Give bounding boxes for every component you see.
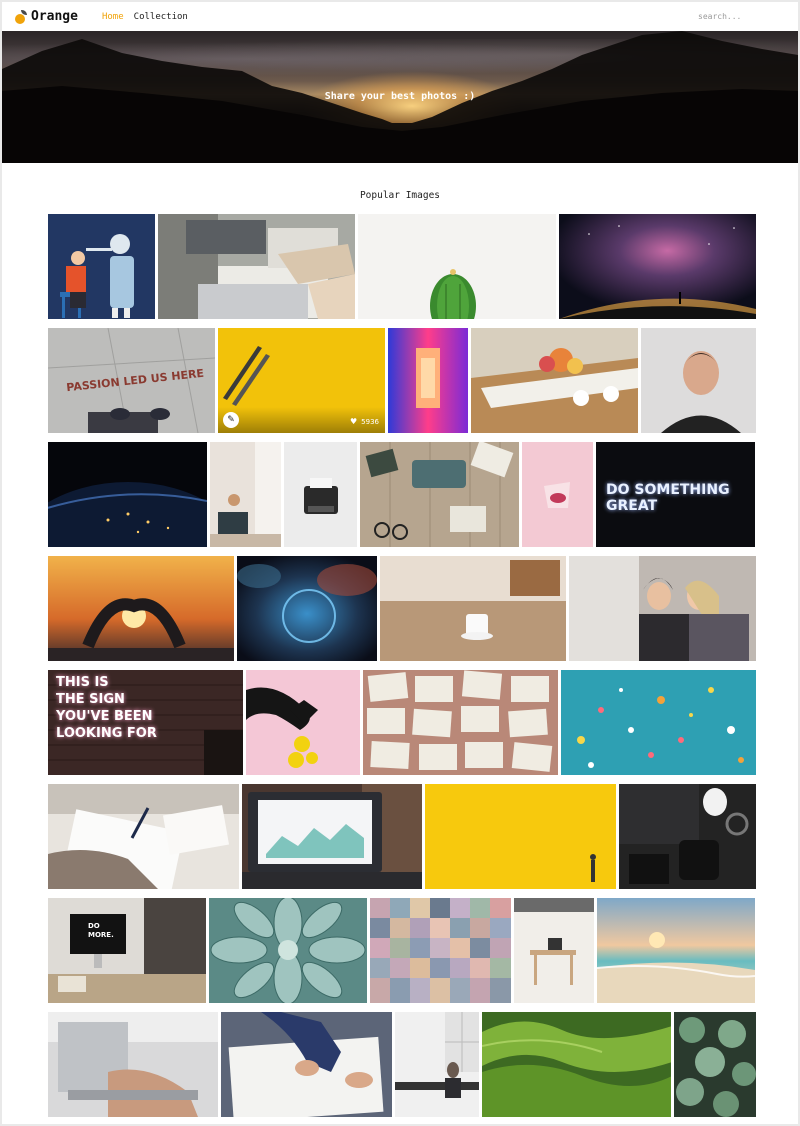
hero-banner: Share your best photos :) [2,31,798,163]
author-avatar-icon[interactable]: ✎ [223,412,239,428]
gallery-row: DO SOMETHING GREAT [48,442,756,547]
photo-card[interactable] [560,670,756,775]
photo-card[interactable] [362,670,558,775]
hero-title: Share your best photos :) [324,91,476,102]
top-navbar: Orange Home Collection [2,2,798,31]
orange-logo-icon [14,9,28,24]
monitor-text: DO MORE. [88,922,114,939]
photo-card[interactable] [242,784,422,889]
photo-card[interactable] [559,214,756,319]
brand-logo[interactable]: Orange [14,9,78,24]
photo-card[interactable] [569,556,756,661]
photo-card[interactable] [284,442,357,547]
photo-card[interactable] [641,328,756,433]
photo-card[interactable]: THIS IS THE SIGN YOU'VE BEEN LOOKING FOR [48,670,244,775]
search-input[interactable] [698,8,788,24]
gallery-row [48,556,756,661]
photo-card[interactable] [619,784,756,889]
featured-photo-card[interactable]: ✎ ♥ 5936 [218,328,385,433]
photo-card[interactable] [358,214,556,319]
gallery-row: DO MORE. [48,898,756,1003]
photo-card[interactable] [209,898,367,1003]
photo-gallery: PASSION LED US HERE ✎ ♥ 5936 DO SOMETHIN… [48,214,756,1124]
neon-sign-text: DO SOMETHING GREAT [606,482,730,514]
photo-card[interactable] [48,784,239,889]
gallery-row [48,214,756,319]
gallery-row: PASSION LED US HERE ✎ ♥ 5936 [48,328,756,433]
photo-card[interactable] [514,898,594,1003]
photo-card[interactable] [674,1012,756,1117]
photo-card[interactable] [158,214,355,319]
nav-home-link[interactable]: Home [102,12,124,22]
gallery-row [48,1012,756,1117]
photo-card[interactable] [221,1012,392,1117]
photo-card[interactable]: DO MORE. [48,898,206,1003]
brand-name: Orange [31,9,78,24]
photo-card[interactable] [246,670,360,775]
page: Orange Home Collection Share your best p… [2,2,798,1124]
gallery-row: THIS IS THE SIGN YOU'VE BEEN LOOKING FOR [48,670,756,775]
photo-card[interactable]: DO SOMETHING GREAT [596,442,755,547]
photo-card[interactable] [48,1012,219,1117]
likes-counter[interactable]: ♥ 5936 [350,417,379,426]
main-nav: Home Collection [102,12,188,22]
photo-card[interactable] [237,556,377,661]
likes-count: 5936 [361,417,379,426]
photo-card[interactable] [597,898,755,1003]
photo-card[interactable] [48,556,234,661]
neon-sign-lines: THIS IS THE SIGN YOU'VE BEEN LOOKING FOR [56,675,157,741]
photo-card[interactable] [48,214,155,319]
photo-card[interactable] [360,442,519,547]
photo-card[interactable] [370,898,511,1003]
photo-card[interactable] [380,556,566,661]
nav-collection-link[interactable]: Collection [134,12,188,22]
photo-card[interactable] [210,442,281,547]
gallery-row [48,784,756,889]
photo-card[interactable] [482,1012,672,1117]
photo-card[interactable]: PASSION LED US HERE [48,328,215,433]
heart-icon: ♥ [350,417,358,426]
photo-card[interactable] [394,1012,480,1117]
photo-card[interactable] [471,328,638,433]
photo-card[interactable] [522,442,593,547]
photo-card[interactable] [425,784,616,889]
photo-card[interactable] [388,328,468,433]
section-title: Popular Images [359,190,441,201]
photo-card[interactable] [48,442,207,547]
